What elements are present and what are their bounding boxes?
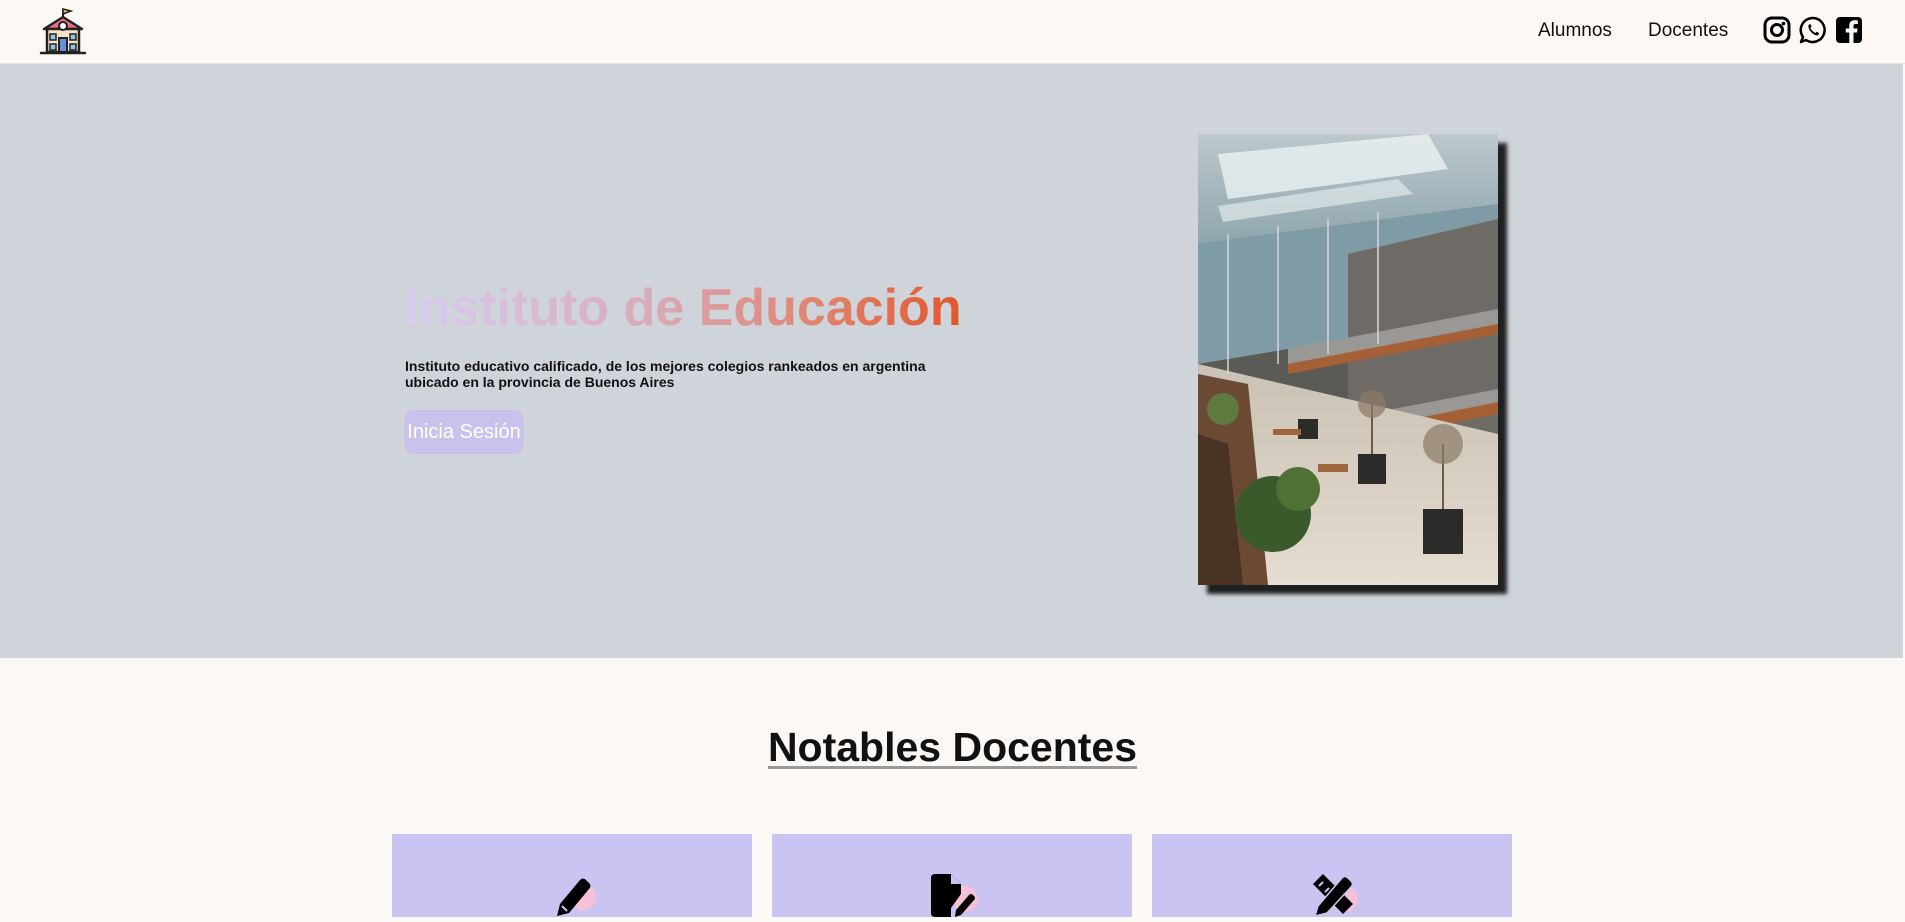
pencil-ruler-icon bbox=[1309, 872, 1359, 918]
hero-section: Instituto de Educación Instituto educati… bbox=[0, 64, 1903, 658]
hero-title: Instituto de Educación bbox=[404, 279, 962, 337]
whatsapp-icon[interactable] bbox=[1798, 15, 1828, 45]
teacher-card[interactable] bbox=[1152, 834, 1512, 918]
teacher-card[interactable] bbox=[772, 834, 1132, 917]
file-pen-icon bbox=[929, 872, 979, 917]
nav-link-alumnos[interactable]: Alumnos bbox=[1538, 20, 1612, 42]
nav-link-docentes[interactable]: Docentes bbox=[1648, 20, 1728, 42]
school-atrium-photo bbox=[1198, 134, 1498, 585]
login-button[interactable]: Inicia Sesión bbox=[404, 410, 524, 454]
section-title: Notables Docentes bbox=[0, 724, 1905, 771]
hero-subtitle: Instituto educativo calificado, de los m… bbox=[405, 358, 926, 390]
facebook-icon[interactable] bbox=[1834, 15, 1864, 45]
school-logo-icon[interactable] bbox=[38, 7, 88, 57]
pencil-icon bbox=[549, 872, 599, 917]
teacher-card[interactable] bbox=[392, 834, 752, 917]
navbar: Alumnos Docentes bbox=[0, 0, 1905, 64]
section-title-text: Notables Docentes bbox=[767, 724, 1138, 770]
instagram-icon[interactable] bbox=[1762, 15, 1792, 45]
